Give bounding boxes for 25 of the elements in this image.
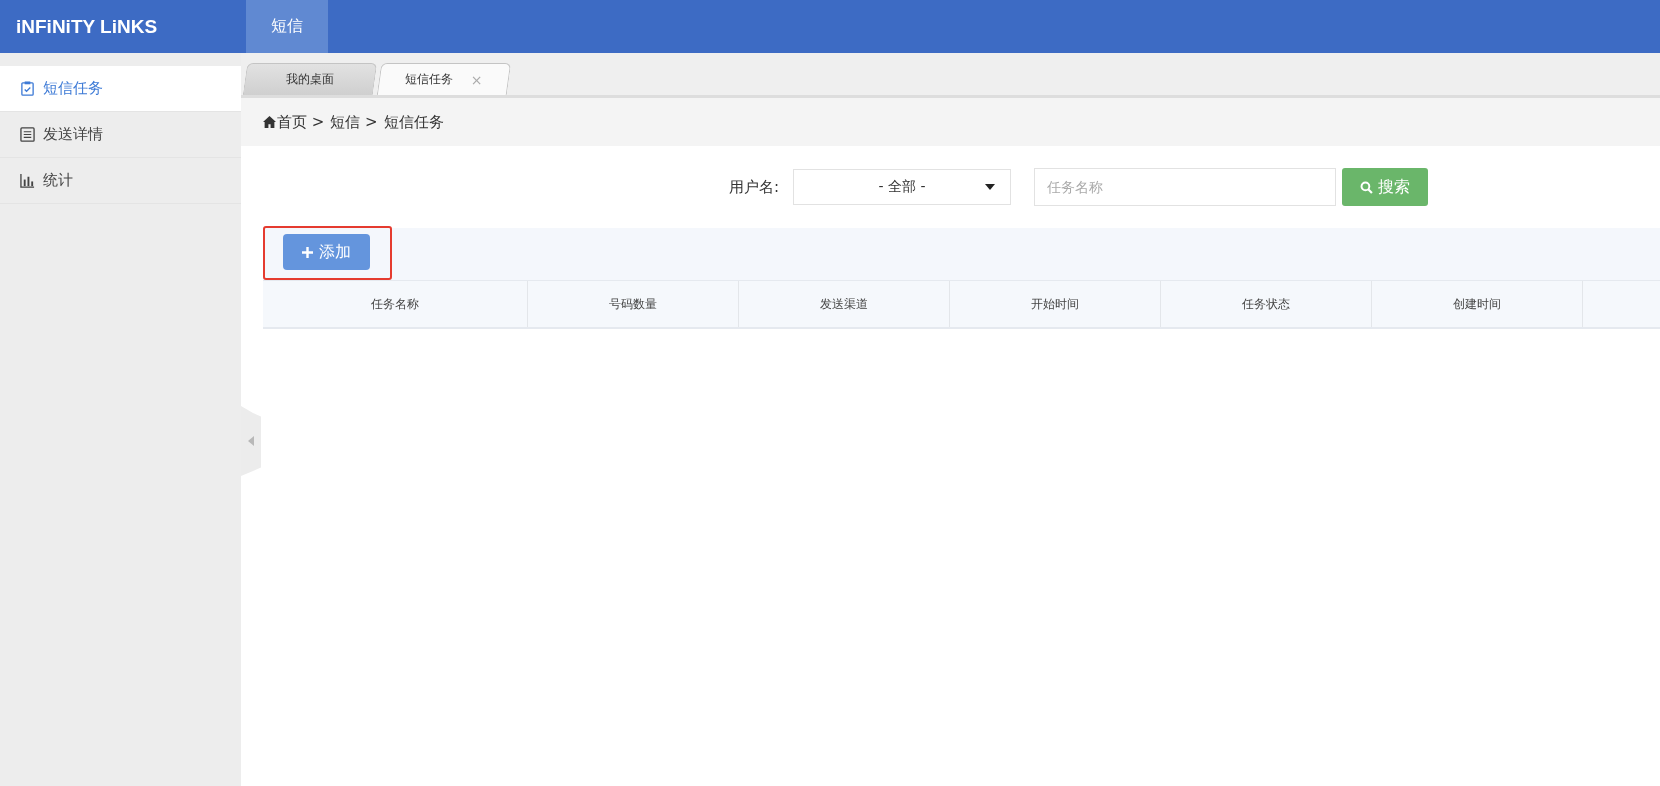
page-tab[interactable]: 短信任务 × [376,63,512,95]
user-label: 用户名: [728,177,779,197]
user-select[interactable]: - 全部 - [793,169,1011,205]
list-icon [20,127,35,142]
breadcrumb-item: 首页 > [277,112,325,132]
column-header[interactable]: 开始时间 [949,281,1160,327]
column-header[interactable]: 创建时间 [1371,281,1582,327]
collapse-icon [248,436,254,446]
column-header[interactable]: 号码数量 [527,281,738,327]
clipboard-icon [20,81,35,96]
column-header[interactable]: 任务名称 [263,281,527,327]
bar-chart-icon [20,173,35,188]
plus-icon [302,246,313,258]
page-tab[interactable]: 我的桌面 [242,63,378,95]
breadcrumb-item: 短信任务 [383,112,444,132]
search-icon [1360,180,1373,194]
task-name-field[interactable]: 任务名称 [1034,168,1336,206]
column-header[interactable]: 任务状态 [1160,281,1371,327]
home-icon [263,116,276,128]
caret-icon [985,184,995,190]
nav-tab[interactable]: 短信 [246,0,328,53]
app-logo: iNFiNiTY LiNKS [15,14,159,39]
sidebar-item[interactable]: 短信任务 [0,66,241,112]
breadcrumb-item: 短信 > [330,112,378,132]
column-header[interactable]: 发送渠道 [738,281,949,327]
